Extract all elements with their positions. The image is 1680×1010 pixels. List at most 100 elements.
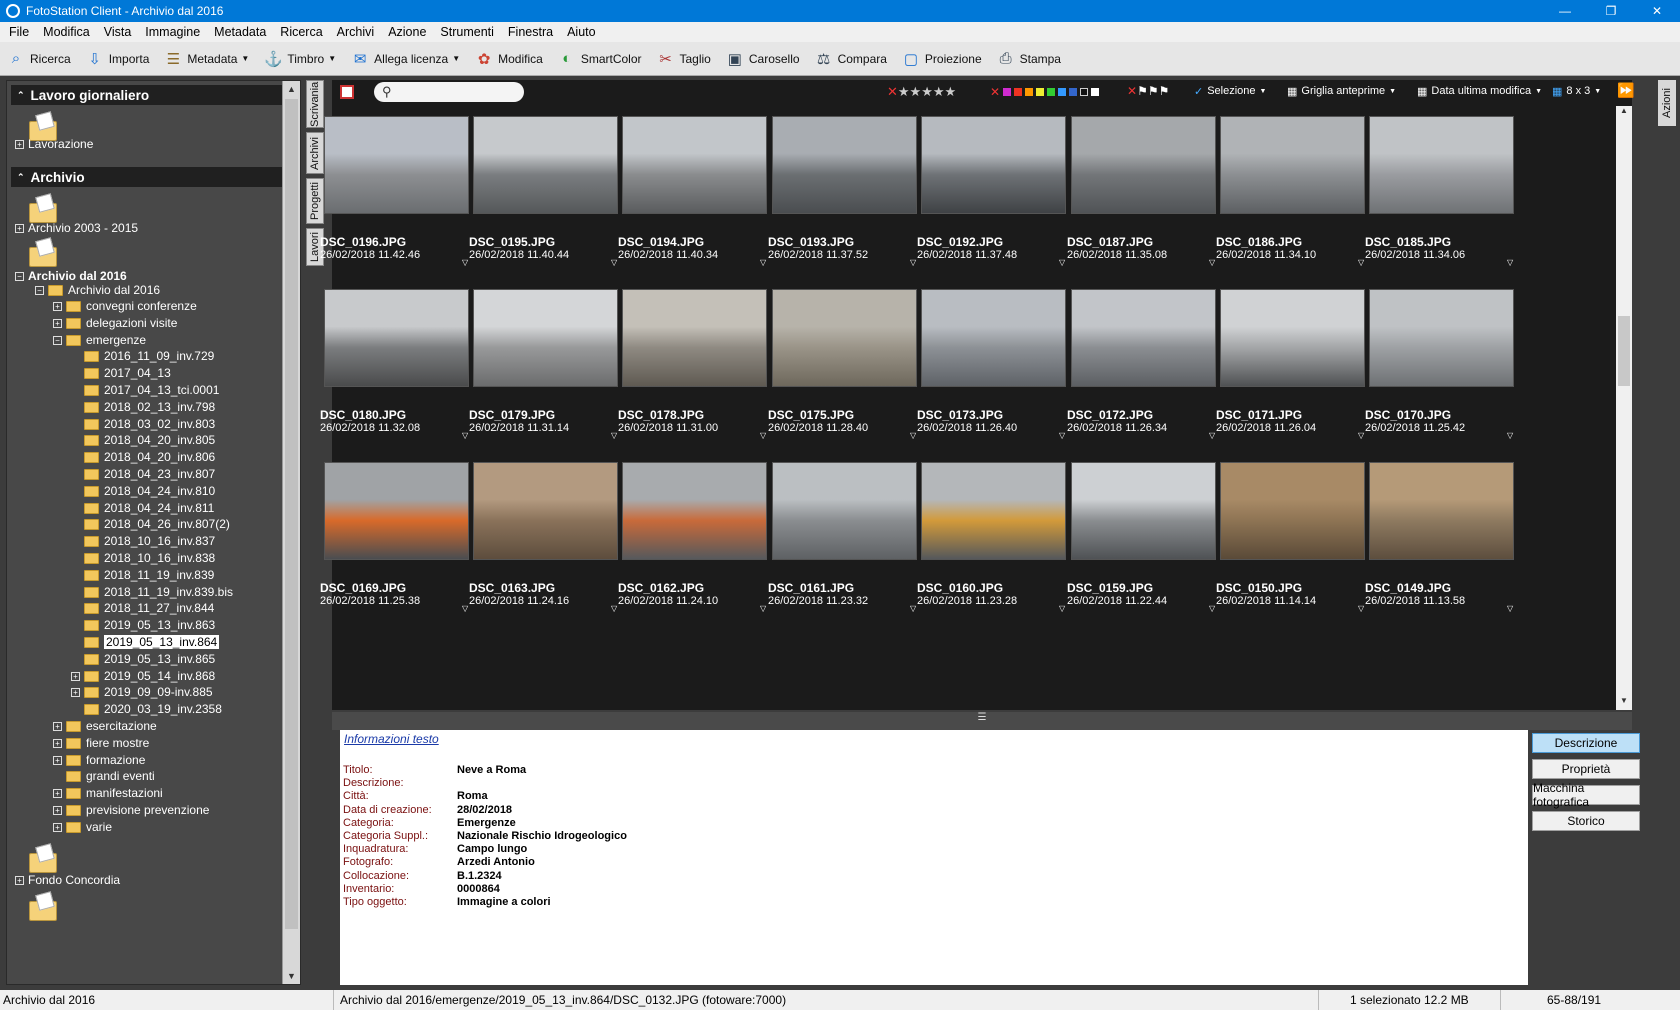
thumbnail-cell[interactable]: DSC_0195.JPG 26/02/2018 11.40.44 ▽ — [469, 116, 629, 286]
scroll-up-icon[interactable]: ▲ — [1616, 106, 1632, 120]
photo-thumbnail[interactable] — [921, 116, 1066, 214]
thumbnail-cell[interactable]: DSC_0179.JPG 26/02/2018 11.31.14 ▽ — [469, 289, 629, 459]
tree-item-folder[interactable]: 2017_04_13_tci.0001 — [71, 381, 219, 399]
tree-item-folder[interactable]: 2018_04_20_inv.806 — [71, 448, 215, 466]
expand-icon[interactable]: + — [15, 139, 24, 149]
photo-thumbnail[interactable] — [1220, 116, 1365, 214]
info-button-proprietà[interactable]: Proprietà — [1532, 759, 1640, 779]
tree-item-fondo-concordia[interactable]: + Fondo Concordia — [15, 871, 120, 889]
thumbnail-menu-icon[interactable]: ▽ — [1059, 604, 1065, 613]
dropdown-icon[interactable]: ▼ — [452, 54, 460, 63]
thumbnail-cell[interactable]: DSC_0187.JPG 26/02/2018 11.35.08 ▽ — [1067, 116, 1227, 286]
menu-vista[interactable]: Vista — [97, 25, 139, 39]
dropdown-icon[interactable]: ▼ — [328, 54, 336, 63]
tree-item-folder[interactable]: 2017_04_13 — [71, 364, 171, 382]
tree-scrollbar[interactable]: ▲ ▼ — [282, 81, 300, 984]
tree-item-folder[interactable]: + varie — [53, 818, 112, 836]
scroll-up-icon[interactable]: ▲ — [283, 81, 300, 97]
info-button-descrizione[interactable]: Descrizione — [1532, 733, 1640, 753]
expand-icon[interactable]: + — [53, 805, 62, 815]
thumbnail-cell[interactable]: DSC_0150.JPG 26/02/2018 11.14.14 ▽ — [1216, 462, 1376, 632]
photo-thumbnail[interactable] — [1071, 462, 1216, 560]
menu-aiuto[interactable]: Aiuto — [560, 25, 603, 39]
thumbnail-menu-icon[interactable]: ▽ — [910, 604, 916, 613]
menu-metadata[interactable]: Metadata — [207, 25, 273, 39]
photo-thumbnail[interactable] — [473, 462, 618, 560]
thumbnail-cell[interactable]: DSC_0180.JPG 26/02/2018 11.32.08 ▽ — [320, 289, 480, 459]
thumbnail-cell[interactable]: DSC_0192.JPG 26/02/2018 11.37.48 ▽ — [917, 116, 1077, 286]
photo-thumbnail[interactable] — [622, 462, 767, 560]
expand-icon[interactable]: + — [53, 301, 62, 311]
photo-thumbnail[interactable] — [1369, 462, 1514, 560]
thumbnail-menu-icon[interactable]: ▽ — [760, 431, 766, 440]
photo-thumbnail[interactable] — [1369, 116, 1514, 214]
photo-thumbnail[interactable] — [324, 116, 469, 214]
collapse-icon[interactable]: − — [15, 271, 24, 281]
tree-item-folder[interactable]: 2018_10_16_inv.838 — [71, 549, 215, 567]
photo-thumbnail[interactable] — [324, 289, 469, 387]
view-dropdown[interactable]: ▦ Griglia anteprime ▼ — [1287, 85, 1396, 98]
thumbnail-cell[interactable]: DSC_0173.JPG 26/02/2018 11.26.40 ▽ — [917, 289, 1077, 459]
thumbnail-menu-icon[interactable]: ▽ — [462, 604, 468, 613]
photo-thumbnail[interactable] — [473, 289, 618, 387]
scroll-down-icon[interactable]: ▼ — [1616, 696, 1632, 710]
magenta-label-icon[interactable] — [1003, 88, 1012, 96]
calendar-icon[interactable] — [340, 85, 354, 99]
tree-item-folder[interactable]: + manifestazioni — [53, 784, 163, 802]
thumbnail-menu-icon[interactable]: ▽ — [1507, 604, 1513, 613]
thumbnail-menu-icon[interactable]: ▽ — [1507, 431, 1513, 440]
thumbnail-cell[interactable]: DSC_0170.JPG 26/02/2018 11.25.42 ▽ — [1365, 289, 1525, 459]
photo-thumbnail[interactable] — [1220, 289, 1365, 387]
thumbnail-cell[interactable]: DSC_0169.JPG 26/02/2018 11.25.38 ▽ — [320, 462, 480, 632]
thumbnail-menu-icon[interactable]: ▽ — [462, 431, 468, 440]
restore-button[interactable]: ❐ — [1588, 0, 1634, 22]
scroll-thumb[interactable] — [285, 99, 298, 929]
photo-thumbnail[interactable] — [921, 289, 1066, 387]
grid-scrollbar[interactable]: ▲ ▼ — [1616, 106, 1632, 710]
thumbnail-cell[interactable]: DSC_0194.JPG 26/02/2018 11.40.34 ▽ — [618, 116, 778, 286]
thumbnail-cell[interactable]: DSC_0185.JPG 26/02/2018 11.34.06 ▽ — [1365, 116, 1525, 286]
collapse-icon[interactable]: − — [53, 335, 62, 345]
green-label-icon[interactable] — [1047, 88, 1056, 96]
color-labels[interactable]: ✕ — [990, 85, 1100, 99]
toolbar-carosello-button[interactable]: ▣ Carosello — [725, 49, 800, 69]
tree-item-folder[interactable]: + esercitazione — [53, 717, 157, 735]
thumbnail-cell[interactable]: DSC_0178.JPG 26/02/2018 11.31.00 ▽ — [618, 289, 778, 459]
yellow-label-icon[interactable] — [1036, 88, 1045, 96]
tree-item-folder[interactable]: 2018_04_23_inv.807 — [71, 465, 215, 483]
expand-icon[interactable]: + — [53, 822, 62, 832]
menu-ricerca[interactable]: Ricerca — [273, 25, 329, 39]
sort-dropdown[interactable]: ▦ Data ultima modifica ▼ — [1417, 85, 1542, 98]
tree-item-folder[interactable]: 2019_05_13_inv.865 — [71, 650, 215, 668]
tree-item-folder[interactable]: 2016_11_09_inv.729 — [71, 347, 214, 365]
thumbnail-menu-icon[interactable]: ▽ — [1358, 431, 1364, 440]
expand-icon[interactable]: + — [53, 721, 62, 731]
tree-item-folder[interactable]: 2018_04_24_inv.810 — [71, 482, 215, 500]
toolbar-proiezione-button[interactable]: ▢ Proiezione — [901, 49, 982, 69]
thumbnail-menu-icon[interactable]: ▽ — [910, 258, 916, 267]
thumbnail-menu-icon[interactable]: ▽ — [910, 431, 916, 440]
archive-header[interactable]: ⌃ Archivio — [11, 167, 296, 187]
menu-modifica[interactable]: Modifica — [36, 25, 97, 39]
orange-label-icon[interactable] — [1025, 88, 1034, 96]
photo-thumbnail[interactable] — [324, 462, 469, 560]
thumbnail-menu-icon[interactable]: ▽ — [1507, 258, 1513, 267]
photo-thumbnail[interactable] — [772, 289, 917, 387]
menu-file[interactable]: File — [2, 25, 36, 39]
tree-item-archive-2003[interactable]: + Archivio 2003 - 2015 — [15, 219, 138, 237]
blue-label-icon[interactable] — [1069, 88, 1078, 96]
thumbnail-menu-icon[interactable]: ▽ — [1358, 604, 1364, 613]
thumbnail-menu-icon[interactable]: ▽ — [1209, 604, 1215, 613]
thumbnail-cell[interactable]: DSC_0159.JPG 26/02/2018 11.22.44 ▽ — [1067, 462, 1227, 632]
photo-thumbnail[interactable] — [1071, 116, 1216, 214]
tree-item-folder[interactable]: grandi eventi — [53, 767, 155, 785]
toolbar-allega-licenza-button[interactable]: ✉ Allega licenza ▼ — [350, 49, 460, 69]
tree-item-selected[interactable]: 2019_05_13_inv.864 — [71, 633, 220, 651]
photo-thumbnail[interactable] — [772, 462, 917, 560]
toolbar-modifica-button[interactable]: ✿ Modifica — [474, 49, 543, 69]
expand-icon[interactable]: + — [71, 687, 80, 697]
toolbar-compara-button[interactable]: ⚖ Compara — [814, 49, 887, 69]
tree-item-folder[interactable]: +2019_09_09-inv.885 — [71, 683, 213, 701]
photo-thumbnail[interactable] — [1071, 289, 1216, 387]
collapse-icon[interactable]: − — [35, 285, 44, 295]
